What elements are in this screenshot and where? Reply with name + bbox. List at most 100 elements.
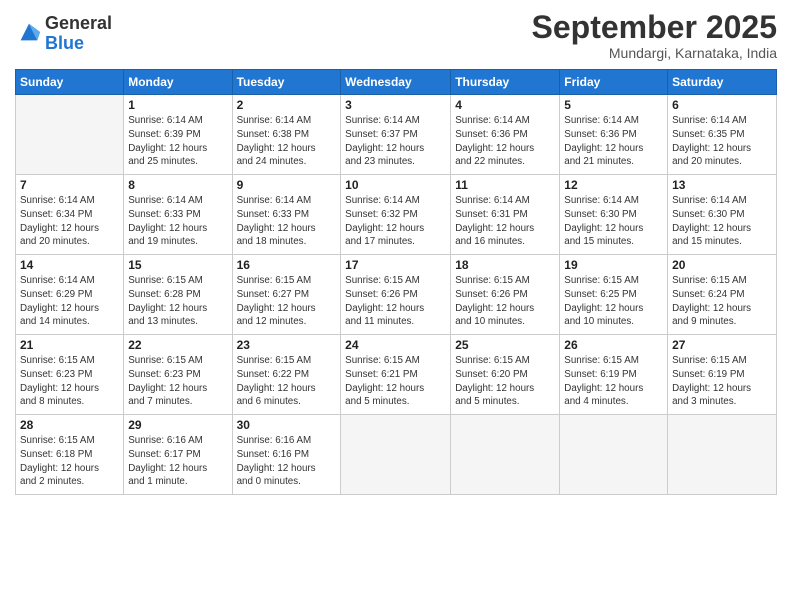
calendar-cell: 19Sunrise: 6:15 AM Sunset: 6:25 PM Dayli… [560,255,668,335]
day-info: Sunrise: 6:14 AM Sunset: 6:38 PM Dayligh… [237,114,337,169]
calendar-cell: 15 Sunrise: 6:15 AM Sunset: 6:28 PM Dayli… [124,255,232,335]
calendar-cell [560,415,668,495]
calendar-cell: 24Sunrise: 6:15 AM Sunset: 6:21 PM Dayli… [341,335,451,415]
calendar-cell: 5 Sunrise: 6:14 AM Sunset: 6:36 PM Daylig… [560,95,668,175]
day-number: 2 [237,98,337,112]
day-number: 22 [128,338,227,352]
day-info: Sunrise: 6:15 AM Sunset: 6:20 PM Dayligh… [455,354,555,409]
day-info: Sunrise: 6:14 AM Sunset: 6:33 PM Dayligh… [128,194,227,249]
day-info: Sunrise: 6:16 AM Sunset: 6:16 PM Dayligh… [237,434,337,489]
day-number: 5 [564,98,663,112]
day-number: 10 [345,178,446,192]
day-info: Sunrise: 6:15 AM Sunset: 6:23 PM Dayligh… [128,354,227,409]
day-number: 14 [20,258,119,272]
day-info: Sunrise: 6:15 AM Sunset: 6:27 PM Dayligh… [237,274,337,329]
calendar-cell: 7 Sunrise: 6:14 AM Sunset: 6:34 PM Daylig… [16,175,124,255]
day-number: 11 [455,178,555,192]
logo-general-text: General [45,14,112,34]
calendar-week-row: 7 Sunrise: 6:14 AM Sunset: 6:34 PM Daylig… [16,175,777,255]
day-number: 26 [564,338,663,352]
day-info: Sunrise: 6:14 AM Sunset: 6:36 PM Dayligh… [564,114,663,169]
month-title: September 2025 [532,10,777,45]
day-info: Sunrise: 6:14 AM Sunset: 6:29 PM Dayligh… [20,274,119,329]
day-info: Sunrise: 6:14 AM Sunset: 6:32 PM Dayligh… [345,194,446,249]
day-number: 1 [128,98,227,112]
calendar-cell: 13 Sunrise: 6:14 AM Sunset: 6:30 PM Dayli… [668,175,777,255]
calendar-cell: 30 Sunrise: 6:16 AM Sunset: 6:16 PM Dayli… [232,415,341,495]
calendar-week-row: 14 Sunrise: 6:14 AM Sunset: 6:29 PM Dayli… [16,255,777,335]
day-info: Sunrise: 6:15 AM Sunset: 6:18 PM Dayligh… [20,434,119,489]
day-number: 18 [455,258,555,272]
calendar-cell: 27Sunrise: 6:15 AM Sunset: 6:19 PM Dayli… [668,335,777,415]
day-number: 20 [672,258,772,272]
calendar-cell [341,415,451,495]
calendar-cell: 14 Sunrise: 6:14 AM Sunset: 6:29 PM Dayli… [16,255,124,335]
day-number: 3 [345,98,446,112]
day-header-wednesday: Wednesday [341,70,451,95]
logo: General Blue [15,14,112,54]
calendar-cell: 9 Sunrise: 6:14 AM Sunset: 6:33 PM Daylig… [232,175,341,255]
day-info: Sunrise: 6:14 AM Sunset: 6:30 PM Dayligh… [672,194,772,249]
calendar-cell [451,415,560,495]
calendar-cell [16,95,124,175]
day-number: 23 [237,338,337,352]
calendar-cell: 29Sunrise: 6:16 AM Sunset: 6:17 PM Dayli… [124,415,232,495]
calendar-cell: 18 Sunrise: 6:15 AM Sunset: 6:26 PM Dayli… [451,255,560,335]
calendar-cell: 20Sunrise: 6:15 AM Sunset: 6:24 PM Dayli… [668,255,777,335]
day-info: Sunrise: 6:15 AM Sunset: 6:19 PM Dayligh… [672,354,772,409]
day-info: Sunrise: 6:15 AM Sunset: 6:28 PM Dayligh… [128,274,227,329]
calendar-cell: 11 Sunrise: 6:14 AM Sunset: 6:31 PM Dayli… [451,175,560,255]
day-info: Sunrise: 6:15 AM Sunset: 6:23 PM Dayligh… [20,354,119,409]
logo-text: General Blue [45,14,112,54]
day-header-friday: Friday [560,70,668,95]
day-header-thursday: Thursday [451,70,560,95]
calendar-cell: 3 Sunrise: 6:14 AM Sunset: 6:37 PM Daylig… [341,95,451,175]
day-info: Sunrise: 6:16 AM Sunset: 6:17 PM Dayligh… [128,434,227,489]
calendar-cell: 4Sunrise: 6:14 AM Sunset: 6:36 PM Daylig… [451,95,560,175]
day-info: Sunrise: 6:14 AM Sunset: 6:30 PM Dayligh… [564,194,663,249]
day-number: 15 [128,258,227,272]
calendar-cell [668,415,777,495]
calendar-cell: 10 Sunrise: 6:14 AM Sunset: 6:32 PM Dayli… [341,175,451,255]
calendar-cell: 26Sunrise: 6:15 AM Sunset: 6:19 PM Dayli… [560,335,668,415]
day-number: 25 [455,338,555,352]
day-header-saturday: Saturday [668,70,777,95]
day-info: Sunrise: 6:14 AM Sunset: 6:37 PM Dayligh… [345,114,446,169]
day-number: 4 [455,98,555,112]
day-header-monday: Monday [124,70,232,95]
day-info: Sunrise: 6:14 AM Sunset: 6:39 PM Dayligh… [128,114,227,169]
day-number: 12 [564,178,663,192]
day-info: Sunrise: 6:15 AM Sunset: 6:25 PM Dayligh… [564,274,663,329]
day-number: 6 [672,98,772,112]
logo-blue-text: Blue [45,34,112,54]
day-info: Sunrise: 6:14 AM Sunset: 6:34 PM Dayligh… [20,194,119,249]
calendar-header-row: SundayMondayTuesdayWednesdayThursdayFrid… [16,70,777,95]
day-info: Sunrise: 6:14 AM Sunset: 6:31 PM Dayligh… [455,194,555,249]
title-block: September 2025 Mundargi, Karnataka, Indi… [532,10,777,61]
day-header-tuesday: Tuesday [232,70,341,95]
calendar-cell: 21 Sunrise: 6:15 AM Sunset: 6:23 PM Dayli… [16,335,124,415]
calendar-week-row: 28 Sunrise: 6:15 AM Sunset: 6:18 PM Dayli… [16,415,777,495]
calendar-cell: 2 Sunrise: 6:14 AM Sunset: 6:38 PM Daylig… [232,95,341,175]
calendar-cell: 12 Sunrise: 6:14 AM Sunset: 6:30 PM Dayli… [560,175,668,255]
day-number: 13 [672,178,772,192]
day-info: Sunrise: 6:15 AM Sunset: 6:26 PM Dayligh… [345,274,446,329]
day-header-sunday: Sunday [16,70,124,95]
day-number: 9 [237,178,337,192]
day-number: 30 [237,418,337,432]
day-info: Sunrise: 6:15 AM Sunset: 6:22 PM Dayligh… [237,354,337,409]
calendar-week-row: 1 Sunrise: 6:14 AM Sunset: 6:39 PM Daylig… [16,95,777,175]
day-info: Sunrise: 6:14 AM Sunset: 6:35 PM Dayligh… [672,114,772,169]
calendar-cell: 1 Sunrise: 6:14 AM Sunset: 6:39 PM Daylig… [124,95,232,175]
calendar-cell: 16 Sunrise: 6:15 AM Sunset: 6:27 PM Dayli… [232,255,341,335]
day-number: 21 [20,338,119,352]
calendar-cell: 25 Sunrise: 6:15 AM Sunset: 6:20 PM Dayli… [451,335,560,415]
page: General Blue September 2025 Mundargi, Ka… [0,0,792,612]
calendar-table: SundayMondayTuesdayWednesdayThursdayFrid… [15,69,777,495]
day-info: Sunrise: 6:15 AM Sunset: 6:26 PM Dayligh… [455,274,555,329]
day-number: 16 [237,258,337,272]
day-number: 28 [20,418,119,432]
day-number: 8 [128,178,227,192]
day-number: 7 [20,178,119,192]
day-info: Sunrise: 6:14 AM Sunset: 6:33 PM Dayligh… [237,194,337,249]
